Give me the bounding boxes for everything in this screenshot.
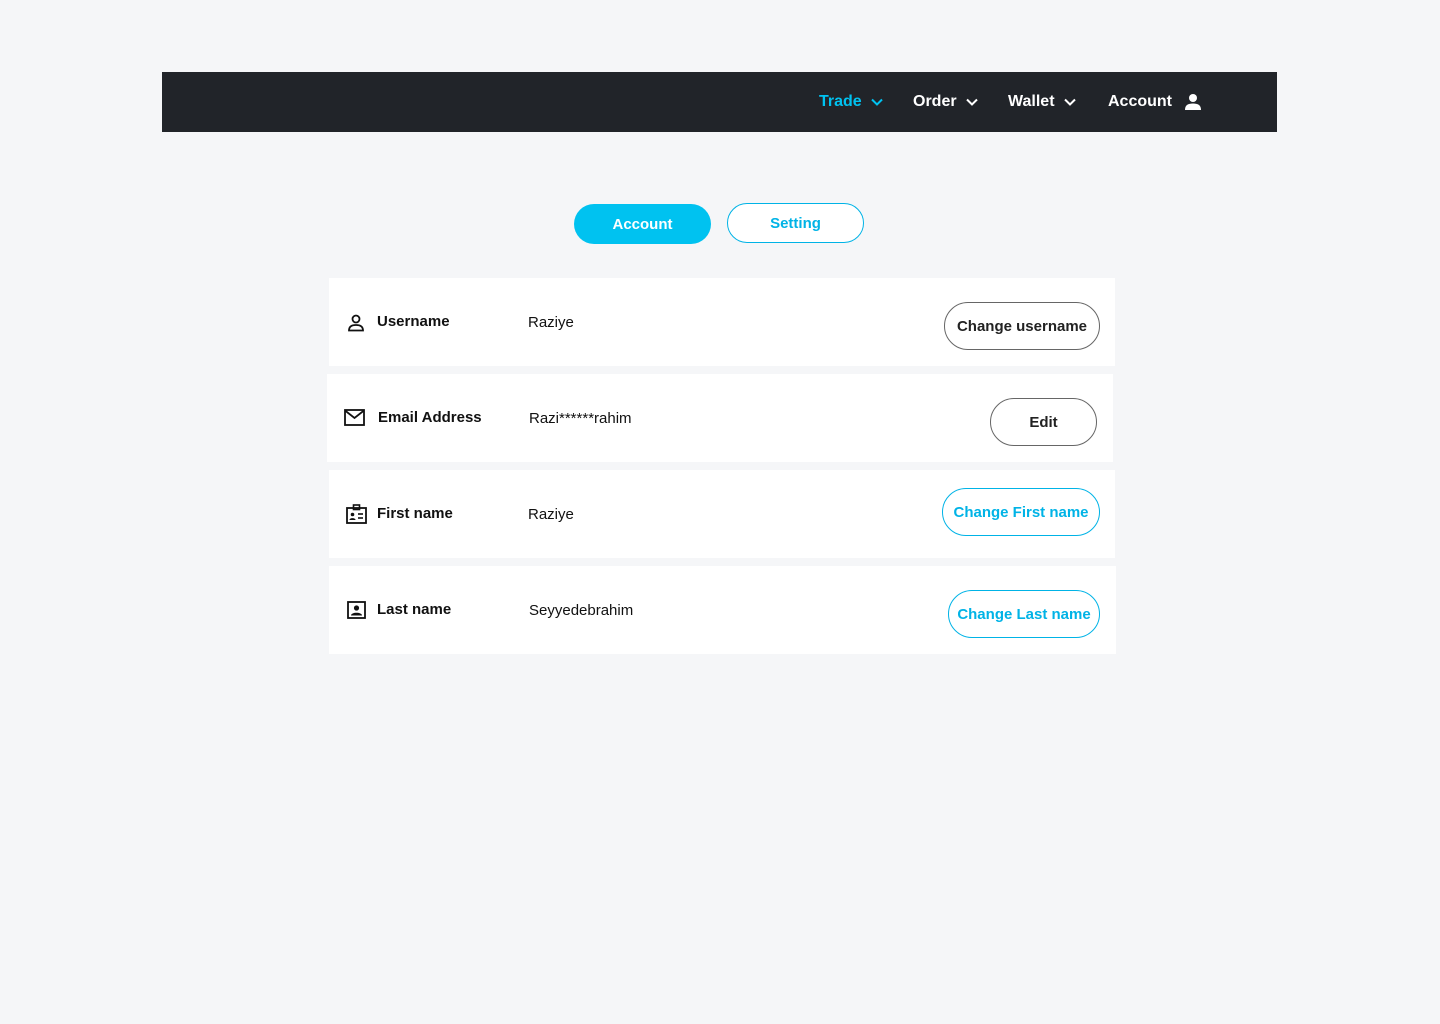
change-username-button[interactable]: Change username: [944, 302, 1100, 350]
email-row: Email Address Razi******rahim Edit: [327, 374, 1113, 462]
nav-wallet-label: Wallet: [1008, 93, 1055, 110]
tab-setting[interactable]: Setting: [727, 203, 864, 243]
change-last-name-button[interactable]: Change Last name: [948, 590, 1100, 638]
first-name-value: Raziye: [528, 506, 574, 523]
id-card-icon: [346, 504, 367, 524]
contact-icon: [347, 601, 366, 619]
nav-account-label: Account: [1108, 93, 1172, 110]
chevron-down-icon: [870, 98, 883, 106]
change-first-name-button[interactable]: Change First name: [942, 488, 1100, 536]
last-name-value: Seyyedebrahim: [529, 602, 634, 619]
chevron-down-icon: [965, 98, 978, 106]
email-value: Razi******rahim: [529, 410, 632, 427]
edit-email-button[interactable]: Edit: [990, 398, 1097, 446]
last-name-row: Last name Seyyedebrahim Change Last name: [329, 566, 1116, 654]
nav-trade-label: Trade: [819, 93, 862, 110]
first-name-label: First name: [377, 505, 453, 522]
nav-account[interactable]: Account: [1108, 72, 1202, 132]
email-label: Email Address: [378, 409, 482, 426]
mail-icon: [344, 409, 365, 426]
user-icon: [348, 314, 364, 332]
last-name-label: Last name: [377, 601, 452, 618]
nav-trade[interactable]: Trade: [819, 72, 884, 132]
user-icon: [1185, 94, 1201, 110]
nav-order-label: Order: [913, 93, 957, 110]
username-value: Raziye: [528, 314, 574, 331]
chevron-down-icon: [1063, 98, 1076, 106]
first-name-row: First name Raziye Change First name: [329, 470, 1115, 558]
username-label: Username: [377, 313, 450, 330]
tab-account[interactable]: Account: [574, 204, 711, 244]
username-row: Username Raziye Change username: [329, 278, 1115, 366]
nav-order[interactable]: Order: [913, 72, 979, 132]
nav-wallet[interactable]: Wallet: [1008, 72, 1077, 132]
top-navbar: Trade Order Wallet Account: [162, 72, 1277, 132]
